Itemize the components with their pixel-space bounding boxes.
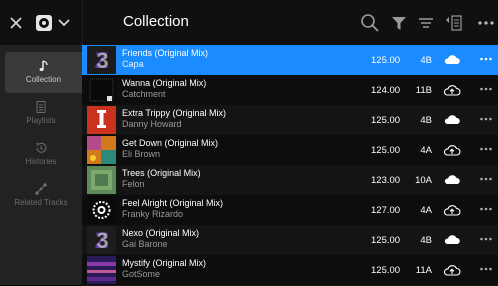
history-icon xyxy=(36,142,47,153)
cloud-synced-icon[interactable] xyxy=(442,172,462,188)
track-title: Feel Alright (Original Mix) xyxy=(122,198,224,208)
cloud-upload-icon[interactable] xyxy=(442,202,462,218)
track-title: Extra Trippy (Original Mix) xyxy=(122,108,227,118)
more-icon[interactable] xyxy=(479,53,493,65)
track-title: Wanna (Original Mix) xyxy=(122,78,207,88)
track-bpm: 125.00 xyxy=(371,115,401,126)
header-divider xyxy=(82,0,83,45)
track-artist: Danny Howard xyxy=(122,119,182,129)
search-icon[interactable] xyxy=(359,12,381,34)
track-artist: Eli Brown xyxy=(122,149,161,159)
track-bpm: 125.00 xyxy=(371,145,401,156)
more-icon[interactable] xyxy=(479,263,493,275)
track-title: Trees (Original Mix) xyxy=(122,168,201,178)
svg-text:3: 3 xyxy=(96,228,108,253)
table-row[interactable]: Mystify (Original Mix) GotSome 125.00 11… xyxy=(82,255,498,286)
more-icon[interactable] xyxy=(479,233,493,245)
track-artist: Felon xyxy=(122,179,145,189)
list-settings-icon[interactable] xyxy=(443,12,465,34)
cloud-upload-icon[interactable] xyxy=(442,82,462,98)
album-art xyxy=(87,76,116,104)
more-icon[interactable] xyxy=(479,113,493,125)
table-row[interactable]: Wanna (Original Mix) Catchment 124.00 11… xyxy=(82,75,498,106)
related-tracks-icon xyxy=(35,183,47,195)
sidebar-item-playlists[interactable]: Playlists xyxy=(0,93,82,134)
track-key: 4B xyxy=(420,235,432,246)
track-key: 11B xyxy=(415,85,432,96)
track-key: 11A xyxy=(415,265,432,276)
track-key: 4A xyxy=(420,205,432,216)
table-row[interactable]: Feel Alright (Original Mix) Franky Rizar… xyxy=(82,195,498,226)
album-art: Z 3 xyxy=(87,46,116,74)
sidebar: Collection Playlists Histories Related T… xyxy=(0,45,82,285)
sidebar-item-label: Collection xyxy=(25,75,62,84)
sidebar-item-label: Histories xyxy=(25,157,57,166)
sidebar-item-label: Related Tracks xyxy=(14,198,68,207)
playlist-icon xyxy=(36,101,46,113)
cloud-synced-icon[interactable] xyxy=(442,112,462,128)
track-bpm: 125.00 xyxy=(371,265,401,276)
track-title: Nexo (Original Mix) xyxy=(122,228,200,238)
filter-icon[interactable] xyxy=(388,12,410,34)
page-title: Collection xyxy=(123,13,189,30)
track-artist: Catchment xyxy=(122,89,166,99)
track-artist: Gai Barone xyxy=(122,239,168,249)
device-selector[interactable] xyxy=(36,14,76,32)
more-icon[interactable] xyxy=(475,12,497,34)
track-key: 10A xyxy=(415,175,432,186)
track-key: 4B xyxy=(420,55,432,66)
track-artist: GotSome xyxy=(122,269,161,279)
track-key: 4A xyxy=(420,145,432,156)
track-bpm: 125.00 xyxy=(371,235,401,246)
sidebar-item-collection[interactable]: Collection xyxy=(5,52,82,93)
track-artist: Franky Rizardo xyxy=(122,209,184,219)
track-bpm: 125.00 xyxy=(371,55,401,66)
sidebar-item-label: Playlists xyxy=(26,116,56,125)
more-icon[interactable] xyxy=(479,203,493,215)
cloud-synced-icon[interactable] xyxy=(442,52,462,68)
album-art xyxy=(87,256,116,284)
table-row[interactable]: Z 3 Nexo (Original Mix) Gai Barone 125.0… xyxy=(82,225,498,256)
track-list: Z 3 Friends (Original Mix) Capa 125.00 4… xyxy=(82,45,498,286)
sidebar-item-related-tracks[interactable]: Related Tracks xyxy=(0,175,82,216)
album-art: Z 3 xyxy=(87,226,116,254)
album-art xyxy=(87,166,116,194)
close-icon[interactable] xyxy=(8,15,24,31)
more-icon[interactable] xyxy=(479,173,493,185)
rekordbox-logo-icon xyxy=(36,15,52,31)
track-title: Get Down (Original Mix) xyxy=(122,138,219,148)
cloud-synced-icon[interactable] xyxy=(442,232,462,248)
track-key: 4B xyxy=(420,115,432,126)
top-bar: Collection xyxy=(0,0,498,45)
table-row[interactable]: Trees (Original Mix) Felon 123.00 10A xyxy=(82,165,498,196)
more-icon[interactable] xyxy=(479,83,493,95)
album-art xyxy=(87,136,116,164)
table-row[interactable]: Extra Trippy (Original Mix) Danny Howard… xyxy=(82,105,498,136)
sort-icon[interactable] xyxy=(415,12,437,34)
app-window: Collection Collection Playlists Historie… xyxy=(0,0,498,286)
album-art xyxy=(87,106,116,134)
svg-text:3: 3 xyxy=(96,48,108,73)
cloud-upload-icon[interactable] xyxy=(442,262,462,278)
track-artist: Capa xyxy=(122,59,144,69)
music-note-icon xyxy=(39,60,48,72)
track-bpm: 123.00 xyxy=(371,175,401,186)
track-title: Friends (Original Mix) xyxy=(122,48,209,58)
table-row[interactable]: Z 3 Friends (Original Mix) Capa 125.00 4… xyxy=(82,45,498,76)
chevron-down-icon xyxy=(58,19,70,27)
track-bpm: 124.00 xyxy=(371,85,401,96)
album-art xyxy=(87,196,116,224)
sidebar-item-histories[interactable]: Histories xyxy=(0,134,82,175)
table-row[interactable]: Get Down (Original Mix) Eli Brown 125.00… xyxy=(82,135,498,166)
more-icon[interactable] xyxy=(479,143,493,155)
track-bpm: 127.00 xyxy=(371,205,401,216)
cloud-upload-icon[interactable] xyxy=(442,142,462,158)
track-title: Mystify (Original Mix) xyxy=(122,258,207,268)
